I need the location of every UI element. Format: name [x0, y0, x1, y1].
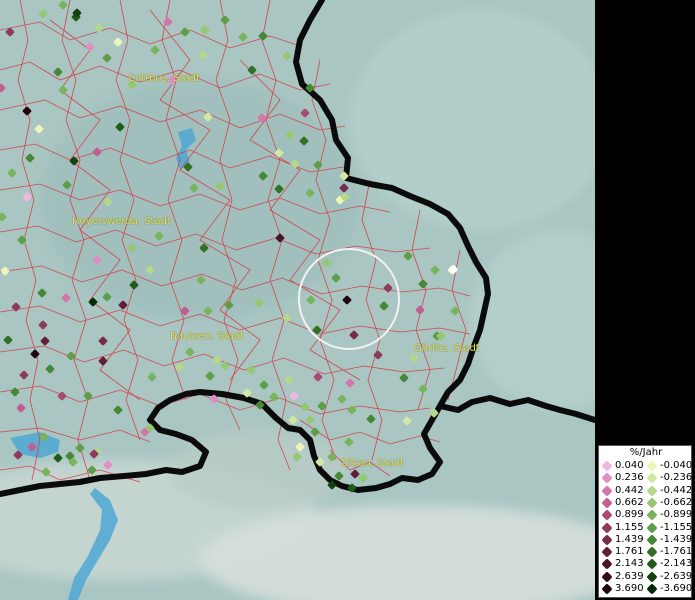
legend-swatch-icon	[601, 509, 613, 521]
legend-swatch-icon	[601, 571, 613, 583]
legend-value: -0.899	[660, 509, 693, 521]
legend-swatch-icon	[601, 472, 613, 484]
legend-value: 1.155	[615, 521, 644, 533]
legend-value: -0.236	[660, 472, 693, 484]
legend-value: 0.236	[615, 472, 644, 484]
legend-value: 0.662	[615, 496, 644, 508]
legend-swatch-icon	[646, 484, 658, 497]
legend-value: 1.761	[615, 546, 644, 558]
legend-value: -0.662	[660, 496, 693, 508]
city-label-hoyerswerda: Hoyerswerda, Stadt	[72, 216, 171, 227]
legend-value: 2.143	[615, 558, 644, 570]
legend-swatch-icon	[646, 534, 658, 546]
legend-swatch-icon	[646, 497, 658, 509]
legend-value: 1.439	[615, 533, 644, 545]
legend-value: -0.442	[660, 484, 693, 496]
legend-value: -2.639	[660, 570, 693, 582]
legend-swatch-icon	[646, 571, 658, 583]
legend-swatch-icon	[646, 460, 658, 472]
legend-value: -1.761	[660, 546, 693, 558]
legend-value: -1.155	[660, 521, 693, 533]
legend-value: 0.040	[615, 460, 644, 471]
city-label-goerlitz: Görlitz, Stadt	[414, 343, 480, 354]
legend-value: -2.143	[660, 558, 693, 570]
city-label-bautzen: Bautzen, Stadt	[170, 331, 245, 342]
legend-swatch-icon	[646, 583, 658, 595]
legend-swatch-icon	[601, 583, 613, 595]
legend-swatch-icon	[601, 460, 613, 472]
legend-value: -1.439	[660, 533, 693, 545]
legend-swatch-icon	[646, 546, 658, 558]
map-canvas[interactable]	[0, 0, 595, 600]
legend-title: %/Jahr	[629, 447, 663, 458]
legend-value: 3.690	[615, 583, 644, 594]
legend-swatch-icon	[646, 472, 658, 484]
legend-swatch-icon	[601, 534, 613, 546]
city-label-cottbus: Cottbus, Stadt	[128, 73, 200, 84]
legend-value: -0.040	[660, 460, 693, 471]
legend-swatch-icon	[646, 521, 658, 534]
legend-swatch-icon	[601, 497, 613, 509]
legend-swatch-icon	[601, 546, 613, 558]
legend-swatch-icon	[601, 521, 613, 534]
legend-swatch-icon	[601, 558, 613, 571]
city-label-zittau: Zittau, Stadt	[341, 458, 404, 469]
legend-swatch-icon	[601, 484, 613, 497]
legend: %/Jahr 0.040 -0.040 0.236 -0.236 0.442 -0.442…	[598, 445, 692, 598]
map-viewer[interactable]: Cottbus, Stadt Hoyerswerda, Stadt Bautze…	[0, 0, 695, 600]
legend-swatch-icon	[646, 558, 658, 571]
legend-value: 2.639	[615, 570, 644, 582]
legend-value: 0.899	[615, 509, 644, 521]
legend-swatch-icon	[646, 509, 658, 521]
legend-value: -3.690	[660, 583, 693, 594]
legend-value: 0.442	[615, 484, 644, 496]
